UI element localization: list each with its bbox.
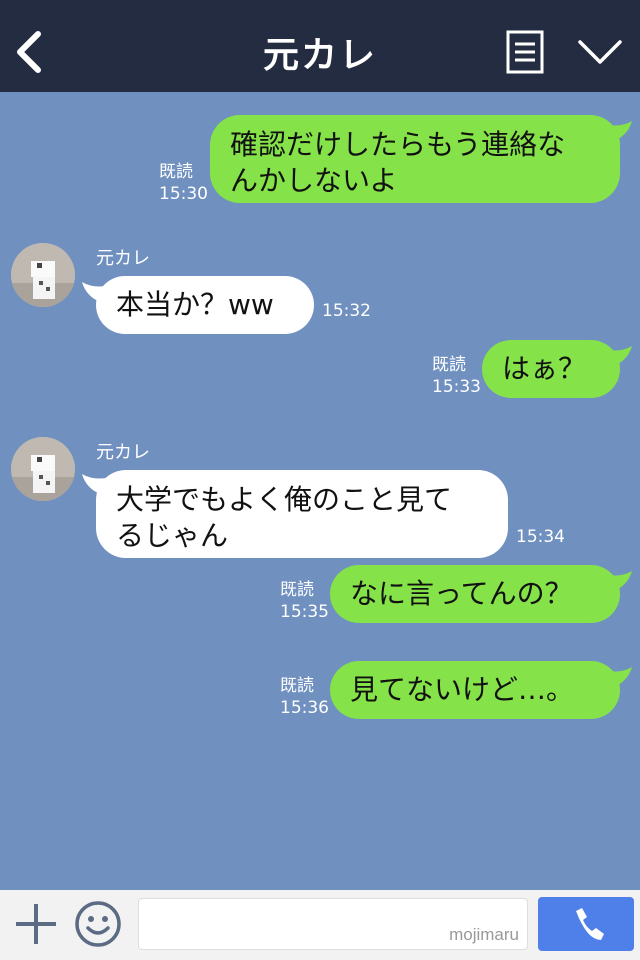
emoji-button[interactable] bbox=[74, 900, 122, 948]
message-meta: 15:32 bbox=[322, 300, 371, 322]
read-receipt: 既読 bbox=[280, 580, 314, 600]
message-meta: 既読 15:30 bbox=[159, 161, 208, 205]
read-receipt: 既読 bbox=[280, 676, 314, 696]
chat-header: 元カレ bbox=[0, 0, 640, 92]
message-line: 確認だけしたらもう連絡な bbox=[230, 128, 566, 161]
bubble-tail bbox=[608, 346, 632, 366]
attach-button[interactable] bbox=[14, 902, 58, 946]
avatar-photo bbox=[11, 243, 75, 307]
message-line: 見てないけど…。 bbox=[350, 673, 575, 706]
plus-icon bbox=[16, 904, 56, 944]
message-bubble-sent[interactable]: 見てないけど…。 bbox=[330, 661, 620, 719]
message-bubble-received[interactable]: 本当か？ww bbox=[96, 276, 314, 334]
message-meta: 既読 15:36 bbox=[280, 675, 329, 719]
timestamp: 15:34 bbox=[516, 527, 565, 547]
message-line: 本当か？ww bbox=[116, 288, 274, 321]
message-line: んかしないよ bbox=[230, 164, 398, 197]
message-meta: 既読 15:33 bbox=[432, 354, 481, 398]
bubble-tail bbox=[608, 121, 632, 141]
message-line: なに言ってんの？ bbox=[350, 577, 573, 610]
bubble-tail bbox=[608, 667, 632, 687]
sender-name: 元カレ bbox=[96, 248, 150, 269]
timestamp: 15:32 bbox=[322, 301, 371, 321]
collapse-button[interactable] bbox=[576, 34, 624, 70]
timestamp: 15:36 bbox=[280, 698, 329, 718]
message-bubble-received[interactable]: 大学でもよく俺のこと見て るじゃん bbox=[96, 470, 508, 558]
read-receipt: 既読 bbox=[159, 162, 193, 182]
chat-area[interactable]: 確認だけしたらもう連絡な んかしないよ 既読 15:30 元カレ 本当か？ww … bbox=[0, 92, 640, 890]
menu-button[interactable] bbox=[505, 30, 545, 74]
timestamp: 15:35 bbox=[280, 602, 329, 622]
message-line: はぁ？ bbox=[502, 352, 587, 385]
smiley-icon bbox=[75, 901, 121, 947]
timestamp: 15:30 bbox=[159, 184, 208, 204]
chevron-down-icon bbox=[578, 40, 622, 64]
timestamp: 15:33 bbox=[432, 377, 481, 397]
read-receipt: 既読 bbox=[432, 355, 466, 375]
message-bubble-sent[interactable]: はぁ？ bbox=[482, 340, 620, 398]
message-bubble-sent[interactable]: なに言ってんの？ bbox=[330, 565, 620, 623]
phone-icon bbox=[576, 908, 604, 940]
bubble-tail bbox=[608, 571, 632, 591]
message-input[interactable]: mojimaru bbox=[138, 898, 528, 950]
watermark: mojimaru bbox=[449, 925, 519, 944]
call-button[interactable] bbox=[538, 897, 634, 951]
sender-name: 元カレ bbox=[96, 442, 150, 463]
avatar[interactable] bbox=[11, 243, 75, 307]
avatar[interactable] bbox=[11, 437, 75, 501]
message-meta: 既読 15:35 bbox=[280, 579, 329, 623]
message-meta: 15:34 bbox=[516, 526, 565, 548]
message-line: るじゃん bbox=[116, 519, 229, 552]
avatar-photo bbox=[11, 437, 75, 501]
message-bubble-sent[interactable]: 確認だけしたらもう連絡な んかしないよ bbox=[210, 115, 620, 203]
message-line: 大学でもよく俺のこと見て bbox=[116, 483, 453, 516]
menu-list-icon bbox=[506, 30, 544, 74]
